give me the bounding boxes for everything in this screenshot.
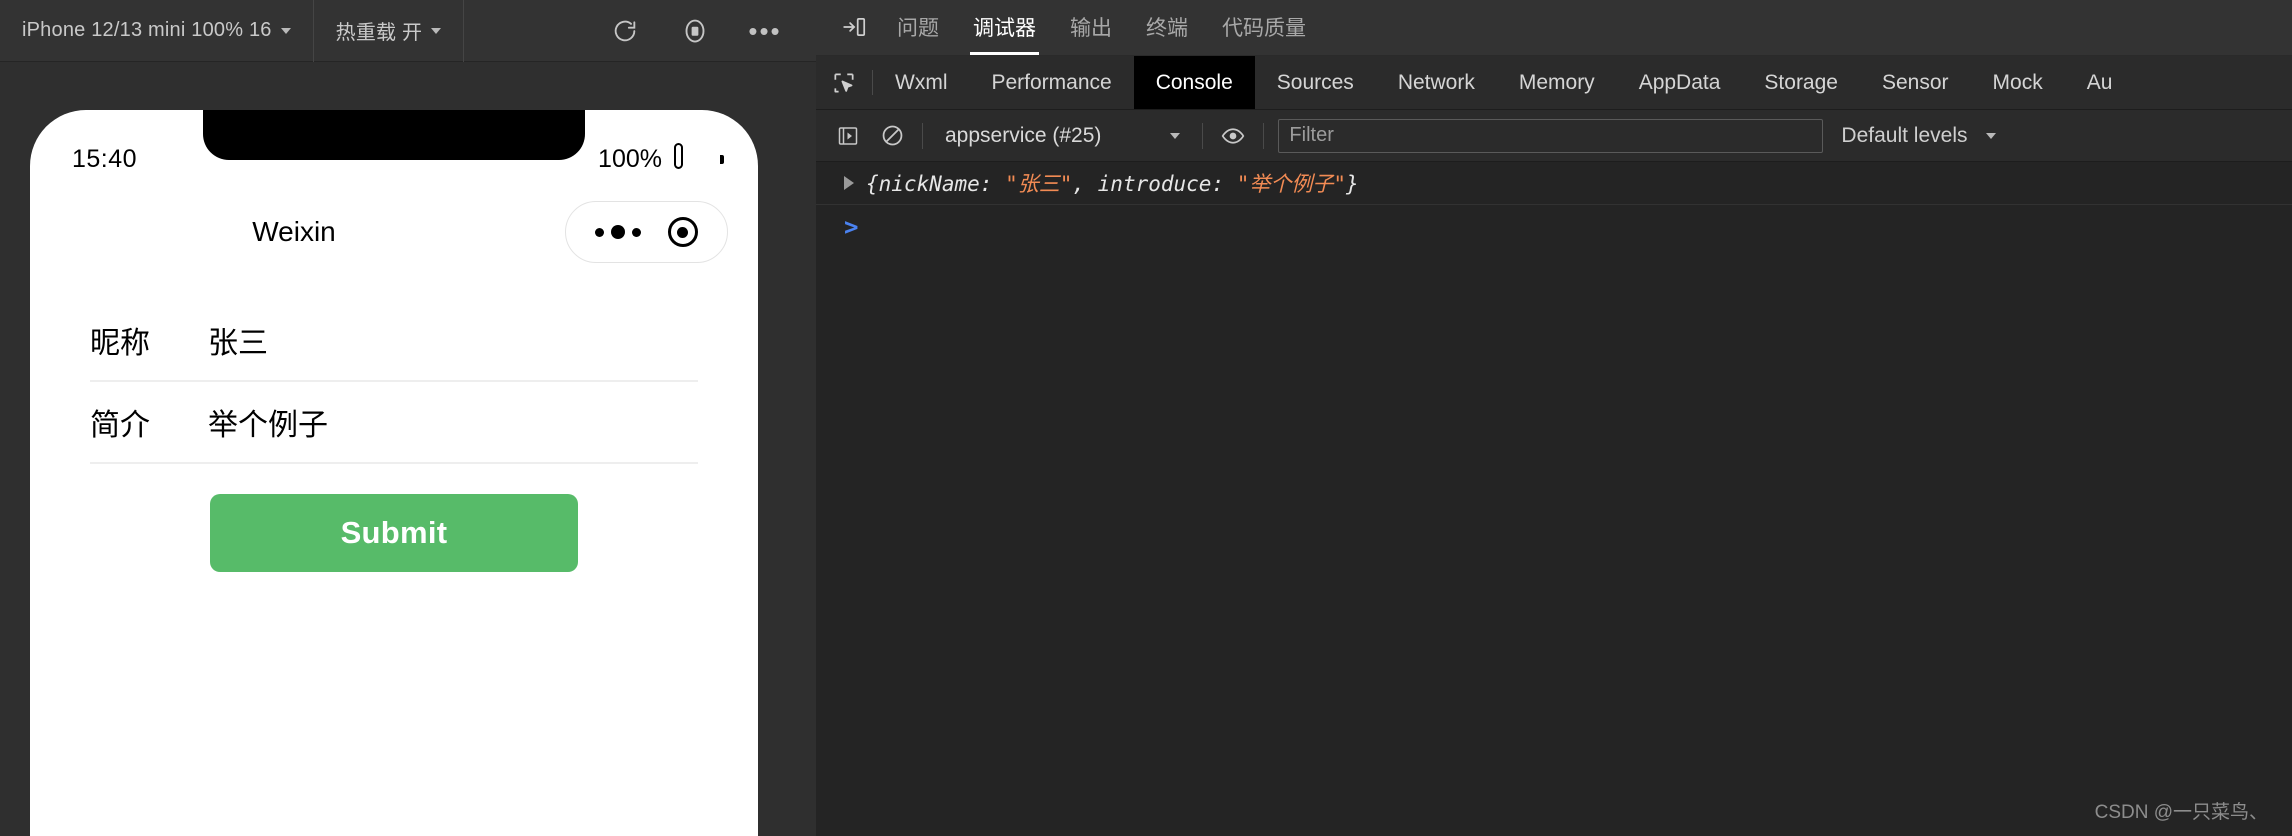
clear-console-icon[interactable] xyxy=(870,110,914,162)
tab-mock[interactable]: Mock xyxy=(1971,56,2065,109)
execute-step-icon[interactable] xyxy=(826,110,870,162)
tab-label: Console xyxy=(1155,70,1233,94)
status-time: 15:40 xyxy=(72,144,138,173)
console-levels-selector[interactable]: Default levels xyxy=(1841,123,1997,148)
toolbar-divider xyxy=(1202,122,1204,149)
toolbar-divider xyxy=(1263,122,1265,149)
tab-audits[interactable]: Au xyxy=(2065,56,2135,109)
tab-label: Sensor xyxy=(1881,70,1949,94)
devtools-top-bar: 问题 调试器 输出 终端 代码质量 xyxy=(816,0,2292,56)
log-value-introduce: "举个例子" xyxy=(1236,172,1347,196)
tab-label: AppData xyxy=(1638,70,1721,94)
form-label: 简介 xyxy=(90,409,150,442)
top-tab-label: 终端 xyxy=(1146,17,1188,40)
device-selector-label: iPhone 12/13 mini 100% 16 xyxy=(22,19,272,41)
top-tab-label: 调试器 xyxy=(973,17,1036,40)
toggle-panel-icon[interactable] xyxy=(830,0,880,55)
devtools-panel-tabs: Wxml Performance Console Sources Network… xyxy=(816,56,2292,110)
simulator-toolbar-actions: ••• xyxy=(610,16,816,46)
submit-button[interactable]: Submit xyxy=(210,494,578,572)
tab-appdata[interactable]: AppData xyxy=(1617,56,1743,109)
disclosure-triangle-icon[interactable] xyxy=(844,176,854,190)
console-context-value: appservice (#25) xyxy=(945,123,1102,147)
log-prefix: {nickName: xyxy=(866,172,1006,196)
tab-sensor[interactable]: Sensor xyxy=(1860,56,1971,109)
form-row-introduce[interactable]: 简介 举个例子 xyxy=(90,382,698,464)
chevron-down-icon xyxy=(1170,132,1181,139)
top-tab-terminal[interactable]: 终端 xyxy=(1129,0,1205,55)
log-middle: , introduce: xyxy=(1072,172,1237,196)
submit-button-wrap: Submit xyxy=(90,464,698,572)
status-right-group: 100% xyxy=(598,142,724,174)
top-tab-debugger[interactable]: 调试器 xyxy=(956,0,1053,55)
prompt-caret-icon: > xyxy=(844,213,859,241)
top-tab-label: 问题 xyxy=(897,17,939,40)
more-options-label: ••• xyxy=(748,15,782,46)
tab-memory[interactable]: Memory xyxy=(1497,56,1617,109)
more-options-button[interactable]: ••• xyxy=(748,15,782,46)
devtools-pane: 问题 调试器 输出 终端 代码质量 Wxml Performance Conso… xyxy=(816,0,2292,836)
hot-reload-label: 热重载 开 xyxy=(335,22,423,44)
tab-network[interactable]: Network xyxy=(1376,56,1497,109)
top-tab-code-quality[interactable]: 代码质量 xyxy=(1205,0,1323,55)
tab-label: Storage xyxy=(1764,70,1838,94)
tab-sources[interactable]: Sources xyxy=(1255,56,1376,109)
form-row-nickname[interactable]: 昵称 张三 xyxy=(90,300,698,382)
console-prompt[interactable]: > xyxy=(816,205,2292,249)
console-levels-label: Default levels xyxy=(1841,123,1968,147)
top-tab-problems[interactable]: 问题 xyxy=(880,0,956,55)
tab-label: Memory xyxy=(1518,70,1595,94)
tab-label: Au xyxy=(2086,70,2113,94)
profile-form: 昵称 张三 简介 举个例子 Submit xyxy=(30,278,758,572)
mini-program-navbar: Weixin xyxy=(30,186,758,278)
tab-performance[interactable]: Performance xyxy=(969,56,1133,109)
top-tab-label: 代码质量 xyxy=(1222,17,1306,40)
top-tab-output[interactable]: 输出 xyxy=(1053,0,1129,55)
phone-frame: 15:40 100% Weixin 昵称 张三 简介 举个例子 Submit xyxy=(30,110,758,836)
console-toolbar: appservice (#25) Default levels xyxy=(816,110,2292,162)
devtools-window: iPhone 12/13 mini 100% 16 热重载 开 ••• 15:4… xyxy=(0,0,2292,836)
watermark: CSDN @一只菜鸟、 xyxy=(2094,802,2268,823)
battery-percent: 100% xyxy=(598,144,662,173)
inspect-cursor-icon[interactable] xyxy=(816,56,872,109)
console-context-selector[interactable]: appservice (#25) xyxy=(931,119,1194,153)
introduce-input-value[interactable]: 举个例子 xyxy=(208,400,328,444)
stop-record-icon[interactable] xyxy=(680,16,710,46)
console-filter-input[interactable] xyxy=(1278,118,1824,153)
hot-reload-selector[interactable]: 热重载 开 xyxy=(314,0,464,61)
refresh-icon[interactable] xyxy=(610,16,640,46)
simulator-toolbar: iPhone 12/13 mini 100% 16 热重载 开 ••• xyxy=(0,0,816,62)
tab-wxml[interactable]: Wxml xyxy=(873,56,969,109)
console-output: {nickName: "张三", introduce: "举个例子"} > CS… xyxy=(816,162,2292,836)
tab-storage[interactable]: Storage xyxy=(1742,56,1860,109)
top-tab-label: 输出 xyxy=(1070,17,1112,40)
toolbar-divider xyxy=(922,122,923,149)
chevron-down-icon xyxy=(1986,132,1997,139)
tab-label: Wxml xyxy=(895,70,948,94)
form-label: 昵称 xyxy=(90,327,150,360)
devtools-top-tabs: 问题 调试器 输出 终端 代码质量 xyxy=(880,0,1323,55)
console-log-entry[interactable]: {nickName: "张三", introduce: "举个例子"} xyxy=(816,162,2292,205)
console-log-text: {nickName: "张三", introduce: "举个例子"} xyxy=(866,168,1359,198)
more-dots-icon[interactable] xyxy=(595,225,642,239)
battery-full-icon xyxy=(674,142,724,171)
capsule-button-group[interactable] xyxy=(565,201,728,263)
tab-label: Network xyxy=(1397,70,1475,94)
chevron-down-icon xyxy=(431,27,442,34)
device-selector[interactable]: iPhone 12/13 mini 100% 16 xyxy=(0,0,313,61)
log-value-nickname: "张三" xyxy=(1005,172,1073,196)
nickname-input-value[interactable]: 张三 xyxy=(208,318,268,362)
tab-console[interactable]: Console xyxy=(1133,56,1255,109)
phone-status-bar: 15:40 100% xyxy=(30,110,758,186)
tab-label: Performance xyxy=(991,70,1112,94)
simulator-pane: iPhone 12/13 mini 100% 16 热重载 开 ••• 15:4… xyxy=(0,0,816,836)
chevron-down-icon xyxy=(280,27,291,34)
toolbar-divider xyxy=(463,0,465,62)
target-circle-icon[interactable] xyxy=(667,217,698,247)
log-suffix: } xyxy=(1346,172,1359,196)
tab-label: Sources xyxy=(1276,70,1354,94)
live-expression-icon[interactable] xyxy=(1211,110,1255,162)
tab-label: Mock xyxy=(1992,70,2043,94)
